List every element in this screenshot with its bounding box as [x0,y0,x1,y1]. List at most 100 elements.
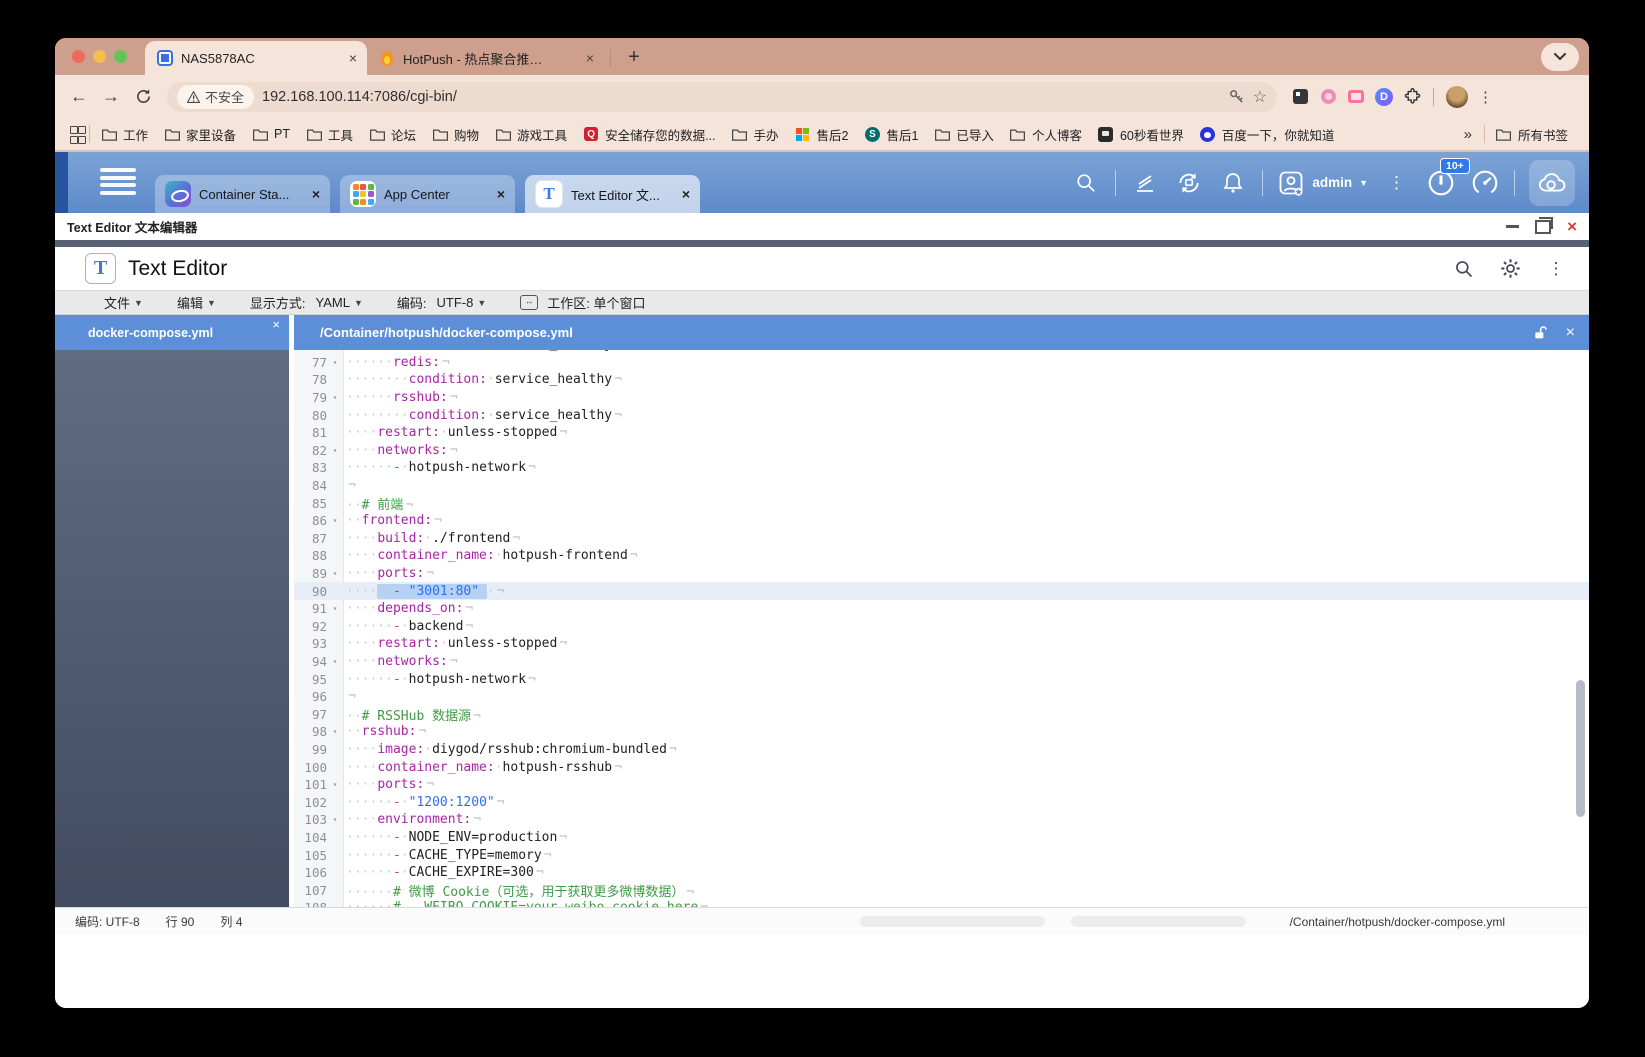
line-number[interactable]: 101 [294,777,327,792]
address-bar[interactable]: 不安全 192.168.100.114:7086/cgi-bin/ ☆ [167,81,1277,112]
minimize-icon[interactable] [1506,225,1520,228]
line-number[interactable]: 99 [294,742,327,757]
line-number[interactable]: 78 [294,372,327,387]
close-file-icon[interactable]: × [272,317,280,332]
security-chip[interactable]: 不安全 [177,84,255,109]
line-number[interactable]: 94 [294,654,327,669]
code-line-90[interactable]: 90 ······-·"3001:80"·· ¬ [294,582,1589,600]
line-number[interactable]: 81 [294,425,327,440]
code-line-91[interactable]: 91 ▾ ····depends_on: ¬ [294,600,1589,618]
new-tab-button[interactable]: + [621,46,647,69]
close-icon[interactable]: × [497,186,505,202]
myqnapcloud-icon[interactable] [1529,159,1575,206]
code-line-100[interactable]: 100 ····container_name:·hotpush-rsshub ¬ [294,758,1589,776]
menu-display-mode[interactable]: 显示方式: YAML ▼ [236,293,377,312]
backup-sync-icon[interactable] [1174,168,1204,198]
dashboard-icon[interactable] [1470,168,1500,198]
flower-extension-icon[interactable] [1319,88,1337,106]
code-line-83[interactable]: 83 ······-·hotpush-network ¬ [294,459,1589,477]
minimize-window-button[interactable] [93,50,106,63]
code-line-95[interactable]: 95 ······-·hotpush-network ¬ [294,670,1589,688]
code-line-97[interactable]: 97 ··# RSSHub 数据源 ¬ [294,705,1589,724]
code-line-84[interactable]: 84 ¬ [294,477,1589,495]
editor-search-icon[interactable] [1447,252,1481,286]
browser-menu-icon[interactable]: ⋮ [1478,88,1494,106]
code-line-81[interactable]: 81 ····restart:·unless-stopped ¬ [294,424,1589,442]
code-line-108[interactable]: 108 ······# - WEIBO_COOKIE=your_weibo_coo… [294,899,1589,907]
line-number[interactable]: 93 [294,636,327,651]
line-number[interactable]: 86 [294,513,327,528]
code-line-96[interactable]: 96 ¬ [294,688,1589,706]
settings-gear-icon[interactable] [1493,252,1527,286]
line-number[interactable]: 98 [294,724,327,739]
line-number[interactable]: 100 [294,760,327,775]
fold-arrow-icon[interactable]: ▾ [327,358,343,367]
line-number[interactable]: 103 [294,812,327,827]
file-path-tab[interactable]: /Container/hotpush/docker-compose.yml × [294,315,1589,350]
tv-extension-icon[interactable] [1347,88,1365,106]
code-line-98[interactable]: 98 ▾ ··rsshub: ¬ [294,723,1589,741]
more-options-icon[interactable]: ⋮ [1382,168,1412,198]
bookmark-item[interactable]: Q 安全储存您的数据... [576,122,722,147]
code-line-105[interactable]: 105 ······-·CACHE_TYPE=memory ¬ [294,846,1589,864]
url-text[interactable]: 192.168.100.114:7086/cgi-bin/ [262,89,1220,105]
close-tab-icon[interactable]: × [349,50,357,66]
resource-monitor-icon[interactable]: 10+ [1426,157,1470,198]
code-line-102[interactable]: 102 ······-·"1200:1200" ¬ [294,793,1589,811]
macos-window-controls[interactable] [55,38,145,75]
bookmark-item[interactable]: 工具 [299,122,360,147]
main-menu-icon[interactable] [100,168,136,195]
code-line-86[interactable]: 86 ▾ ··frontend: ¬ [294,512,1589,530]
line-number[interactable]: 105 [294,848,327,863]
bookmark-item[interactable]: 论坛 [362,122,423,147]
line-number[interactable]: 92 [294,619,327,634]
bookmark-item[interactable]: S 售后1 [857,122,925,147]
line-number[interactable]: 80 [294,408,327,423]
fold-arrow-icon[interactable]: ▾ [327,815,343,824]
fold-arrow-icon[interactable]: ▾ [327,569,343,578]
code-line-89[interactable]: 89 ▾ ····ports: ¬ [294,565,1589,583]
all-bookmarks-button[interactable]: 所有书签 [1489,122,1575,147]
line-number[interactable]: 83 [294,460,327,475]
bookmarks-overflow-button[interactable]: » [1456,126,1480,143]
code-line-106[interactable]: 106 ······-·CACHE_EXPIRE=300 ¬ [294,864,1589,882]
bookmark-item[interactable]: 个人博客 [1003,122,1089,147]
user-menu[interactable]: admin ▼ [1277,169,1368,197]
code-line-82[interactable]: 82 ▾ ····networks: ¬ [294,442,1589,460]
bookmark-item[interactable]: 售后2 [788,122,856,147]
code-line-92[interactable]: 92 ······-·backend ¬ [294,618,1589,636]
line-number[interactable]: 79 [294,390,327,405]
bookmark-item[interactable]: 百度一下，你就知道 [1193,122,1342,147]
line-number[interactable]: 106 [294,865,327,880]
quick-access-icon[interactable] [1130,168,1160,198]
code-line-101[interactable]: 101 ▾ ····ports: ¬ [294,776,1589,794]
close-icon[interactable]: × [682,186,690,202]
sidebar-file-tab[interactable]: docker-compose.yml × [55,315,289,350]
nas-tab-text-editor[interactable]: T Text Editor 文... × [525,175,700,213]
code-editor[interactable]: 76········condition:·service_healthy¬77▾… [294,350,1589,907]
close-tab-icon[interactable]: × [586,50,594,66]
bookmark-item[interactable]: 购物 [425,122,486,147]
search-icon[interactable] [1071,168,1101,198]
code-line-94[interactable]: 94 ▾ ····networks: ¬ [294,653,1589,671]
tab-search-button[interactable] [1541,43,1579,71]
bookmark-item[interactable]: 手办 [725,122,786,147]
menu-file[interactable]: 文件 ▼ [90,293,157,312]
code-line-87[interactable]: 87 ····build:·./frontend ¬ [294,530,1589,548]
fold-arrow-icon[interactable]: ▾ [327,727,343,736]
reload-button[interactable] [129,83,157,111]
line-number[interactable]: 107 [294,883,327,898]
pixel-extension-icon[interactable] [1291,88,1309,106]
bookmark-item[interactable]: 家里设备 [157,122,243,147]
bookmark-item[interactable]: 游戏工具 [488,122,574,147]
bookmark-item[interactable]: 已导入 [927,122,1001,147]
line-number[interactable]: 85 [294,496,327,511]
code-line-104[interactable]: 104 ······-·NODE_ENV=production ¬ [294,829,1589,847]
maximize-icon[interactable] [1535,216,1554,234]
code-line-79[interactable]: 79 ▾ ······rsshub: ¬ [294,389,1589,407]
code-line-88[interactable]: 88 ····container_name:·hotpush-frontend ¬ [294,547,1589,565]
zoom-window-button[interactable] [114,50,127,63]
code-line-99[interactable]: 99 ····image:·diygod/rsshub:chromium-bund… [294,741,1589,759]
fold-arrow-icon[interactable]: ▾ [327,446,343,455]
close-file-icon[interactable]: × [1566,324,1575,342]
